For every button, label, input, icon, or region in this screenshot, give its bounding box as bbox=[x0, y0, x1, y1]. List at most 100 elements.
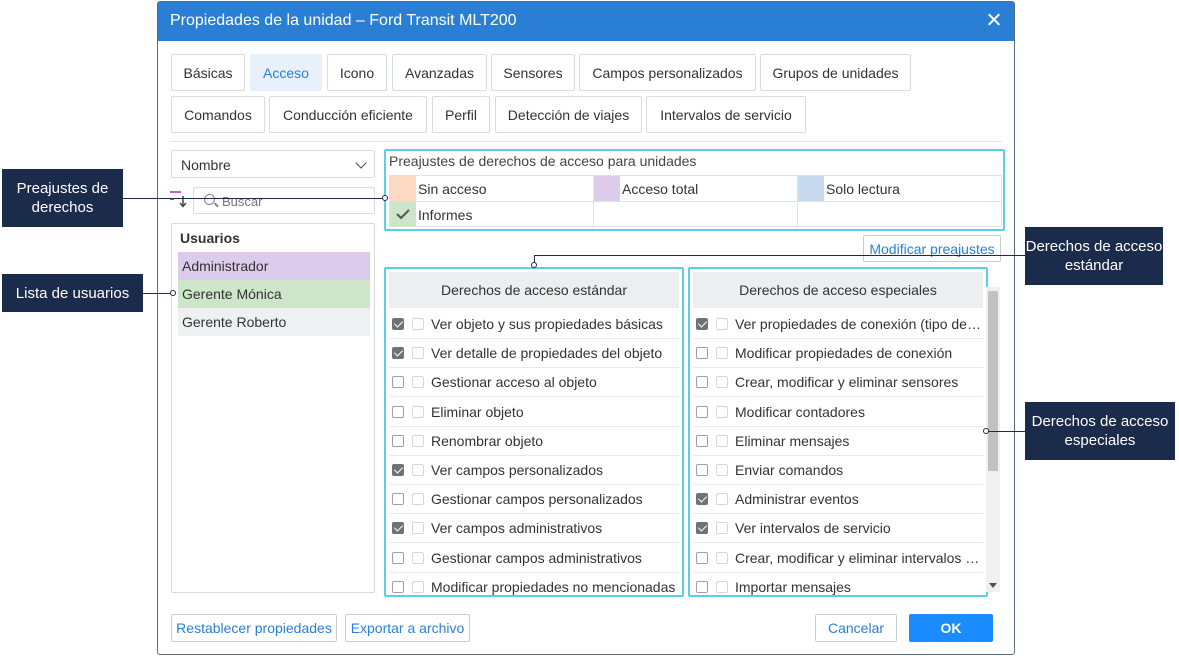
special-right-row[interactable]: Ver propiedades de conexión (tipo de dis… bbox=[693, 310, 983, 339]
scrollbar-thumb[interactable] bbox=[988, 291, 998, 471]
right-checkbox[interactable] bbox=[696, 522, 708, 535]
export-to-file-button[interactable]: Exportar a archivo bbox=[345, 614, 470, 642]
right-checkbox[interactable] bbox=[696, 464, 708, 476]
right-checkbox[interactable] bbox=[392, 434, 404, 447]
right-secondary-checkbox[interactable] bbox=[412, 434, 424, 447]
standard-right-row[interactable]: Modificar propiedades no mencionadas bbox=[389, 573, 679, 595]
preset-swatch bbox=[594, 176, 620, 201]
right-secondary-checkbox[interactable] bbox=[716, 464, 728, 476]
right-checkbox[interactable] bbox=[696, 376, 708, 389]
tab-perfil[interactable]: Perfil bbox=[432, 96, 490, 133]
callout-dot bbox=[382, 195, 388, 201]
user-item-gerente-monica[interactable]: Gerente Mónica bbox=[178, 280, 370, 308]
reset-properties-button[interactable]: Restablecer propiedades bbox=[171, 614, 337, 642]
right-checkbox[interactable] bbox=[696, 434, 708, 447]
right-secondary-checkbox[interactable] bbox=[412, 551, 424, 564]
standard-right-row[interactable]: Ver detalle de propiedades del objeto bbox=[389, 339, 679, 369]
preset-solo-lectura[interactable]: Solo lectura bbox=[798, 176, 1002, 202]
right-checkbox[interactable] bbox=[392, 580, 404, 593]
ok-button[interactable]: OK bbox=[909, 614, 993, 642]
special-right-row[interactable]: Modificar contadores bbox=[693, 398, 983, 427]
tab-avanzadas[interactable]: Avanzadas bbox=[392, 54, 487, 91]
right-secondary-checkbox[interactable] bbox=[716, 551, 728, 564]
right-secondary-checkbox[interactable] bbox=[412, 493, 424, 506]
right-secondary-checkbox[interactable] bbox=[716, 405, 728, 418]
standard-right-row[interactable]: Gestionar campos administrativos bbox=[389, 544, 679, 573]
callout-line bbox=[143, 293, 173, 294]
right-checkbox[interactable] bbox=[696, 580, 708, 593]
tab-basicas[interactable]: Básicas bbox=[171, 54, 245, 91]
special-right-row[interactable]: Crear, modificar y eliminar sensores bbox=[693, 368, 983, 398]
user-item-gerente-roberto[interactable]: Gerente Roberto bbox=[178, 308, 370, 336]
right-checkbox[interactable] bbox=[392, 522, 404, 535]
right-secondary-checkbox[interactable] bbox=[716, 318, 728, 330]
right-secondary-checkbox[interactable] bbox=[716, 376, 728, 389]
right-checkbox[interactable] bbox=[392, 551, 404, 564]
tab-acceso[interactable]: Acceso bbox=[250, 54, 322, 91]
right-secondary-checkbox[interactable] bbox=[412, 347, 424, 360]
rights-scrollbar[interactable] bbox=[986, 287, 1000, 592]
right-secondary-checkbox[interactable] bbox=[412, 318, 424, 330]
sort-select-value: Nombre bbox=[181, 157, 231, 173]
preset-swatch bbox=[390, 202, 416, 227]
tab-icono[interactable]: Icono bbox=[327, 54, 387, 91]
right-secondary-checkbox[interactable] bbox=[412, 522, 424, 535]
standard-right-row[interactable]: Ver campos administrativos bbox=[389, 514, 679, 544]
tab-conduccion-eficiente[interactable]: Conducción eficiente bbox=[269, 96, 427, 133]
modify-presets-button[interactable]: Modificar preajustes bbox=[863, 235, 1001, 262]
right-secondary-checkbox[interactable] bbox=[716, 434, 728, 447]
standard-right-row[interactable]: Ver objeto y sus propiedades básicas bbox=[389, 310, 679, 339]
special-right-row[interactable]: Importar mensajes bbox=[693, 573, 983, 595]
right-checkbox[interactable] bbox=[696, 318, 708, 330]
right-checkbox[interactable] bbox=[392, 347, 404, 360]
sort-order-icon[interactable] bbox=[170, 190, 188, 208]
tab-campos-personalizados[interactable]: Campos personalizados bbox=[579, 54, 756, 91]
tab-grupos-de-unidades[interactable]: Grupos de unidades bbox=[760, 54, 911, 91]
preset-informes[interactable]: Informes bbox=[390, 202, 594, 228]
right-secondary-checkbox[interactable] bbox=[412, 405, 424, 418]
cancel-button[interactable]: Cancelar bbox=[815, 614, 897, 642]
user-search[interactable] bbox=[193, 187, 375, 214]
special-right-row[interactable]: Ver intervalos de servicio bbox=[693, 514, 983, 544]
search-input[interactable] bbox=[222, 192, 367, 210]
users-header: Usuarios bbox=[180, 230, 240, 246]
standard-right-row[interactable]: Gestionar campos personalizados bbox=[389, 485, 679, 515]
special-right-row[interactable]: Enviar comandos bbox=[693, 456, 983, 485]
right-secondary-checkbox[interactable] bbox=[412, 580, 424, 593]
right-secondary-checkbox[interactable] bbox=[412, 376, 424, 389]
right-checkbox[interactable] bbox=[696, 493, 708, 506]
tab-deteccion-de-viajes[interactable]: Detección de viajes bbox=[495, 96, 642, 133]
special-right-row[interactable]: Modificar propiedades de conexión bbox=[693, 339, 983, 369]
close-icon[interactable] bbox=[984, 10, 1004, 30]
special-right-row[interactable]: Crear, modificar y eliminar intervalos d… bbox=[693, 544, 983, 573]
right-secondary-checkbox[interactable] bbox=[412, 464, 424, 476]
right-label: Importar mensajes bbox=[735, 578, 851, 595]
special-rights-panel: Derechos de acceso especiales Ver propie… bbox=[688, 267, 988, 597]
special-right-row[interactable]: Administrar eventos bbox=[693, 485, 983, 515]
tab-sensores[interactable]: Sensores bbox=[491, 54, 575, 91]
right-secondary-checkbox[interactable] bbox=[716, 493, 728, 506]
right-checkbox[interactable] bbox=[392, 318, 404, 330]
right-checkbox[interactable] bbox=[392, 464, 404, 476]
right-secondary-checkbox[interactable] bbox=[716, 580, 728, 593]
preset-sin-acceso[interactable]: Sin acceso bbox=[390, 176, 594, 202]
right-secondary-checkbox[interactable] bbox=[716, 522, 728, 535]
right-checkbox[interactable] bbox=[392, 405, 404, 418]
right-checkbox[interactable] bbox=[392, 493, 404, 506]
sort-select[interactable]: Nombre bbox=[171, 150, 375, 178]
preset-acceso-total[interactable]: Acceso total bbox=[594, 176, 798, 202]
right-checkbox[interactable] bbox=[392, 376, 404, 389]
right-checkbox[interactable] bbox=[696, 347, 708, 360]
tab-comandos[interactable]: Comandos bbox=[171, 96, 265, 133]
standard-right-row[interactable]: Gestionar acceso al objeto bbox=[389, 368, 679, 398]
right-checkbox[interactable] bbox=[696, 405, 708, 418]
tab-intervalos-de-servicio[interactable]: Intervalos de servicio bbox=[646, 96, 806, 133]
standard-right-row[interactable]: Ver campos personalizados bbox=[389, 456, 679, 485]
standard-right-row[interactable]: Eliminar objeto bbox=[389, 398, 679, 427]
scroll-down-arrow-icon[interactable] bbox=[989, 583, 997, 588]
user-item-administrador[interactable]: Administrador bbox=[178, 252, 370, 280]
standard-right-row[interactable]: Renombrar objeto bbox=[389, 427, 679, 456]
special-right-row[interactable]: Eliminar mensajes bbox=[693, 427, 983, 456]
right-secondary-checkbox[interactable] bbox=[716, 347, 728, 360]
right-checkbox[interactable] bbox=[696, 551, 708, 564]
